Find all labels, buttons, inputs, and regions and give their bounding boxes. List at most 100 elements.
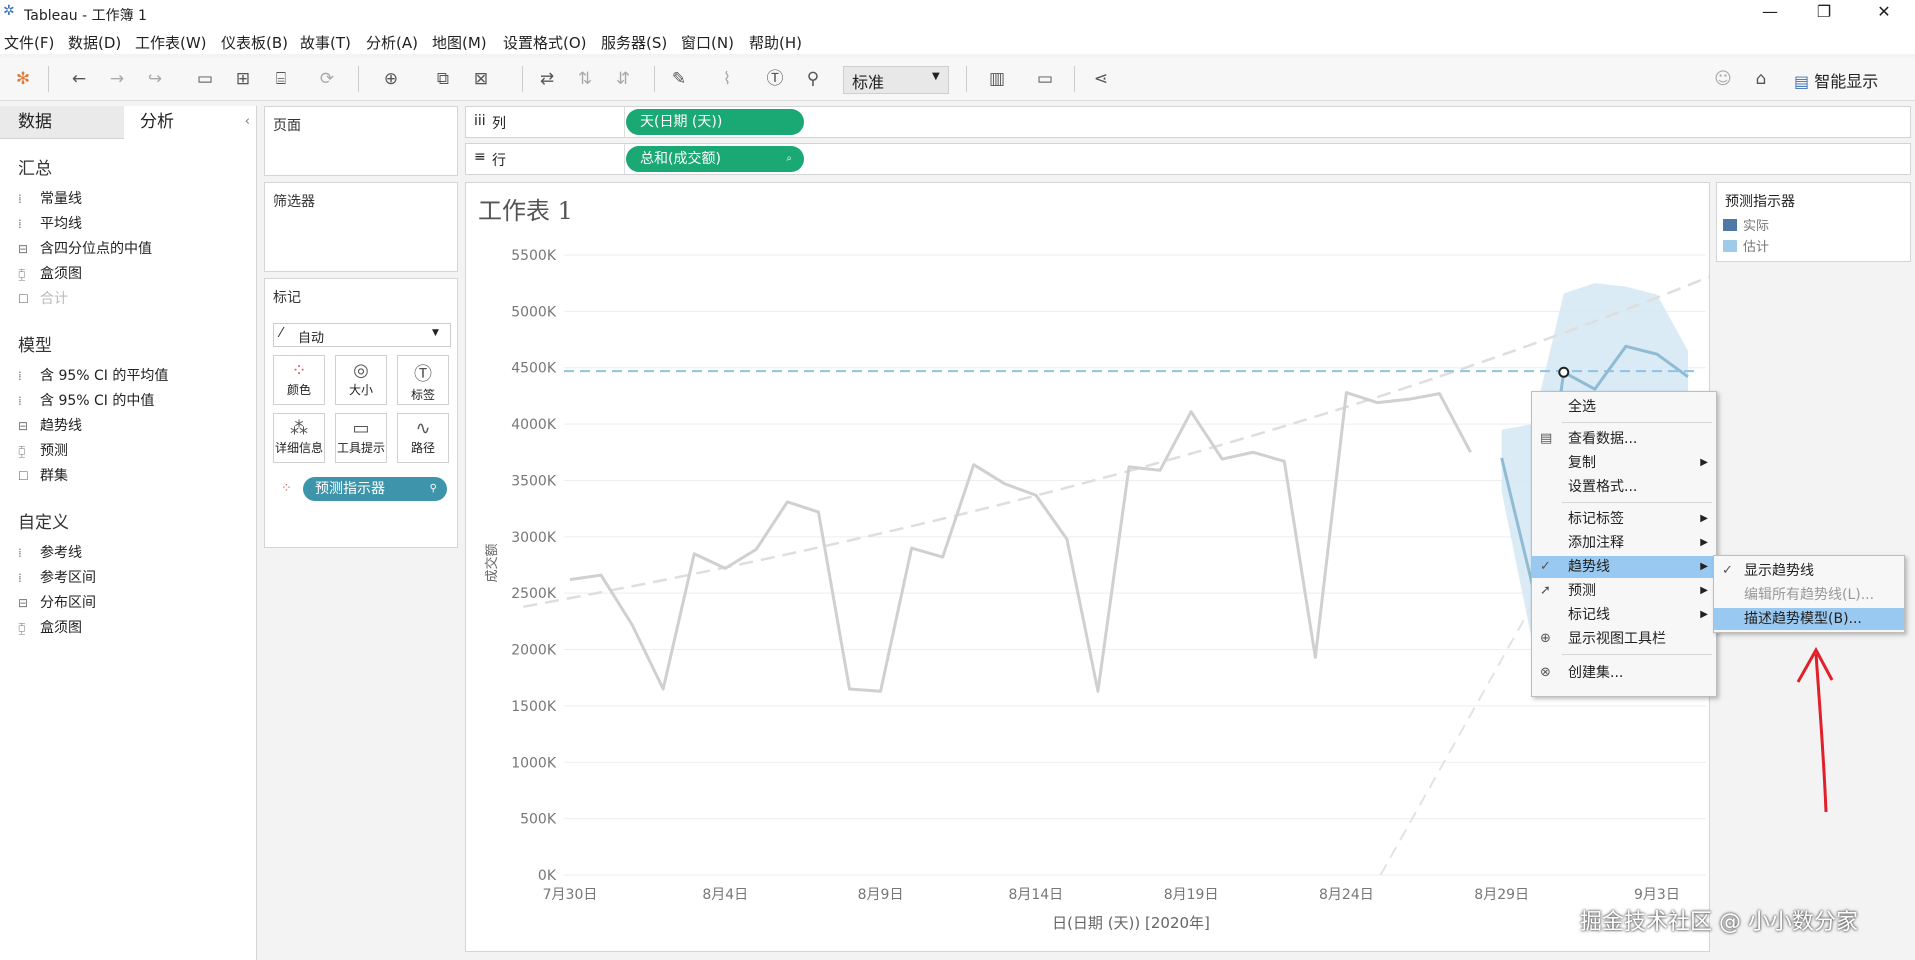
analysis-item-label: 盒须图 [40,620,82,636]
analysis-item-label: 含 95% CI 的平均值 [40,368,169,384]
menu-story[interactable]: 故事(T) [300,32,351,53]
y-tick-label: 2500K [511,586,557,602]
analysis-item[interactable]: ⧮ 盒须图 [18,617,82,637]
close-icon[interactable]: ✕ [1864,2,1904,21]
menu-show-trend-lines[interactable]: ✓ 显示趋势线 [1714,560,1904,582]
menu-create-set[interactable]: ⊗ 创建集... [1532,662,1716,684]
section-title: 模型 [18,336,52,356]
bot-icon[interactable]: ☺ [1712,68,1734,90]
analysis-item[interactable]: ⧮ 盒须图 [18,263,82,283]
analysis-item[interactable]: ⊟ 趋势线 [18,415,82,435]
menu-worksheet[interactable]: 工作表(W) [135,32,207,53]
legend-label-estimate[interactable]: 估计 [1743,236,1769,255]
duplicate-sheet-icon[interactable]: ⧉ [432,68,454,90]
analysis-item-label: 含 95% CI 的中值 [40,393,155,409]
clear-sheet-icon[interactable]: ⊠ [470,68,492,90]
menu-mark-lines[interactable]: 标记线 ▶ [1532,604,1716,626]
undo-icon[interactable]: ← [68,68,90,90]
menu-edit-trend-lines: 编辑所有趋势线(L)... [1744,587,1875,603]
redo-icon[interactable]: → [106,68,128,90]
pause-update-icon[interactable]: ⌸ [270,68,292,90]
filters-card[interactable]: 筛选器 [264,182,458,272]
sort-asc-icon[interactable]: ⇅ [574,68,596,90]
brush-icon[interactable]: ⌂ [1750,68,1772,90]
sort-desc-icon[interactable]: ⇵ [612,68,634,90]
tab-data[interactable]: 数据 [0,106,124,139]
share-icon[interactable]: ⋖ [1090,68,1112,90]
line-icon: ⁄ [280,326,283,341]
menu-trend-lines[interactable]: ✓ 趋势线 ▶ [1532,556,1716,578]
show-me-button[interactable]: ▤ 智能显示 [1794,68,1878,92]
menu-analysis[interactable]: 分析(A) [366,32,418,53]
menu-select-all[interactable]: 全选 [1532,396,1716,418]
menu-view-data[interactable]: ▤ 查看数据... [1532,428,1716,450]
mark-type-select[interactable]: ⁄ 自动 ▼ [273,323,451,347]
analysis-item[interactable]: ⁞ 平均线 [18,213,82,233]
menu-view-toolbar[interactable]: ⊕ 显示视图工具栏 [1532,628,1716,650]
refresh-icon[interactable]: ⟳ [316,68,338,90]
pages-card[interactable]: 页面 [264,106,458,176]
fit-select[interactable]: 标准 ▼ [843,66,949,94]
analysis-item[interactable]: ⊟ 分布区间 [18,592,96,612]
menu-help[interactable]: 帮助(H) [749,32,802,53]
replay-icon[interactable]: ↪ [144,68,166,90]
analysis-item[interactable]: ⁞ 常量线 [18,188,82,208]
color-button[interactable]: ⁘ 颜色 [273,355,325,405]
menu-map[interactable]: 地图(M) [432,32,487,53]
menu-dashboard[interactable]: 仪表板(B) [221,32,288,53]
legend-label-actual[interactable]: 实际 [1743,215,1769,234]
menu-mark-labels[interactable]: 标记标签 ▶ [1532,508,1716,530]
show-cards-icon[interactable]: ▥ [986,68,1008,90]
new-datasource-icon[interactable]: ⊞ [232,68,254,90]
series-line-0 [569,391,1472,693]
new-sheet-icon[interactable]: ⊕ [380,68,402,90]
analysis-item-icon: ⧮ [18,444,26,458]
detail-button[interactable]: ⁂ 详细信息 [273,413,325,463]
size-button[interactable]: ◎ 大小 [335,355,387,405]
analysis-item[interactable]: ☐ 合计 [18,288,68,308]
menu-window[interactable]: 窗口(N) [681,32,734,53]
analysis-item-icon: ⁞ [18,394,22,408]
label-button[interactable]: Ⓣ 标签 [397,355,449,405]
columns-date-pill[interactable]: 天(日期 (天)) [626,109,804,135]
menu-annotate[interactable]: 添加注释 ▶ [1532,532,1716,554]
rows-sum-pill[interactable]: 总和(成交额) ⌕ [626,146,804,172]
labels-icon[interactable]: Ⓣ [764,68,786,90]
x-tick-label: 7月30日 [543,887,598,903]
restore-icon[interactable]: ❐ [1804,2,1844,21]
menu-forecast[interactable]: ➚ 预测 ▶ [1532,580,1716,602]
highlight-icon[interactable]: ✎ [668,68,690,90]
swap-icon[interactable]: ⇄ [536,68,558,90]
analysis-item-label: 参考区间 [40,570,96,586]
analysis-item[interactable]: ⊟ 含四分位点的中值 [18,238,152,258]
pin-icon[interactable]: ⚲ [802,68,824,90]
save-icon[interactable]: ▭ [194,68,216,90]
analysis-item[interactable]: ⁞ 参考区间 [18,567,96,587]
trend-submenu: ✓ 显示趋势线 编辑所有趋势线(L)... 描述趋势模型(B)... [1713,555,1905,633]
path-button[interactable]: ∿ 路径 [397,413,449,463]
forecast-legend: 预测指示器 实际 估计 [1716,182,1911,262]
menu-data[interactable]: 数据(D) [68,32,121,53]
tableau-home-icon[interactable]: ✻ [12,68,34,90]
analysis-item[interactable]: ⁞ 含 95% CI 的平均值 [18,365,168,385]
menu-describe-trend-model[interactable]: 描述趋势模型(B)... [1714,608,1904,630]
forecast-indicator-pill[interactable]: 预测指示器 ⚲ [303,477,447,501]
menu-file[interactable]: 文件(F) [4,32,54,53]
analysis-item[interactable]: ☐ 群集 [18,465,68,485]
group-icon[interactable]: ⌇ [716,68,738,90]
analysis-item[interactable]: ⁞ 参考线 [18,542,82,562]
minimize-icon[interactable]: — [1750,2,1790,21]
y-tick-label: 4000K [511,417,557,433]
menu-server[interactable]: 服务器(S) [601,32,667,53]
menu-format[interactable]: 设置格式(O) [503,32,587,53]
analysis-item[interactable]: ⁞ 含 95% CI 的中值 [18,390,154,410]
tooltip-button[interactable]: ▭ 工具提示 [335,413,387,463]
line-chart[interactable]: 工作表 1 5500K 5000K 4500K 4000K 3500K 3000K 2500K… [466,183,1709,951]
tab-analysis[interactable]: 分析 ‹ [124,106,256,138]
analysis-item-label: 含四分位点的中值 [40,241,152,257]
analysis-item[interactable]: ⧮ 预测 [18,440,68,460]
presentation-icon[interactable]: ▭ [1034,68,1056,90]
menu-format[interactable]: 设置格式... [1532,476,1716,498]
x-tick-label: 8月24日 [1319,887,1374,903]
menu-copy[interactable]: 复制 ▶ [1532,452,1716,474]
